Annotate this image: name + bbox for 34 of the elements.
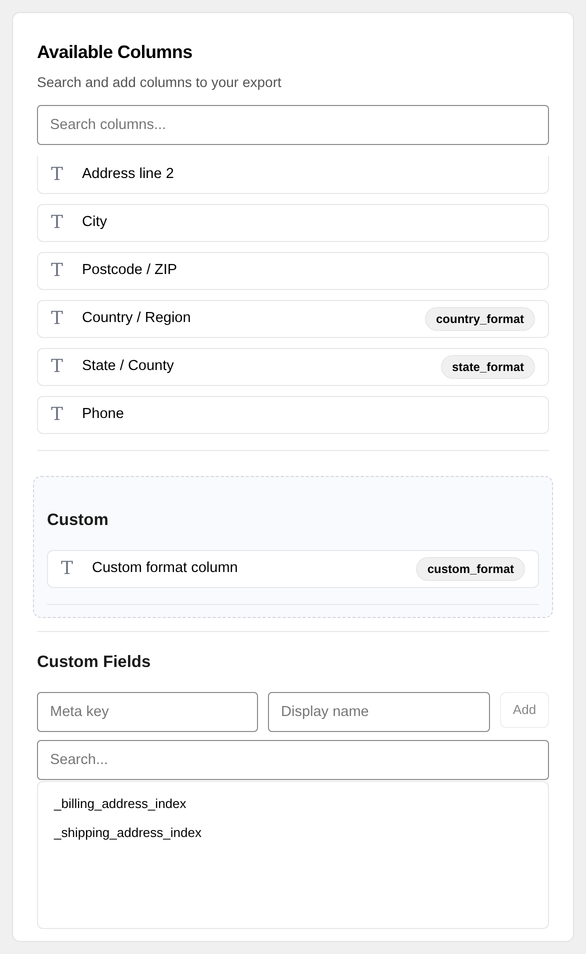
format-tag: custom_format	[416, 556, 525, 581]
text-type-icon: T	[51, 214, 63, 232]
meta-key-field[interactable]: Meta key	[37, 692, 258, 732]
search-field[interactable]: Search...	[37, 740, 549, 780]
section-title: Custom Fields	[37, 652, 152, 673]
text-type-icon: T	[51, 166, 63, 184]
column-label: Custom format column	[92, 558, 238, 578]
column-label: Address line 2	[82, 164, 174, 184]
column-item[interactable]: T Address line 2	[37, 156, 549, 194]
column-item[interactable]: T State / County state_format	[37, 348, 549, 386]
column-label: Phone	[82, 405, 124, 424]
panel-subtitle: Search and add columns to your export	[37, 73, 282, 92]
column-label: State / County	[82, 357, 174, 376]
meta-key-item[interactable]: _billing_address_index	[54, 794, 532, 812]
text-type-icon: T	[51, 262, 63, 280]
column-item[interactable]: T Postcode / ZIP	[37, 252, 549, 290]
meta-key-item[interactable]: _shipping_address_index	[54, 822, 532, 842]
text-type-icon: T	[51, 358, 63, 376]
column-item[interactable]: T Country / Region country_format	[37, 300, 549, 338]
column-item[interactable]: T Custom format column custom_format	[47, 550, 539, 588]
panel-title: Available Columns	[37, 41, 194, 63]
section-title: Custom	[47, 510, 110, 531]
column-label: Country / Region	[82, 309, 191, 328]
column-label: City	[82, 213, 107, 232]
search-field[interactable]: Search columns...	[37, 105, 549, 145]
text-type-icon: T	[61, 560, 73, 578]
text-type-icon: T	[51, 406, 63, 424]
column-item[interactable]: T Phone	[37, 396, 549, 434]
column-label: Postcode / ZIP	[82, 261, 178, 280]
format-tag: country_format	[424, 307, 535, 331]
column-item[interactable]: T City	[37, 204, 549, 242]
text-type-icon: T	[51, 310, 63, 328]
display-name-field[interactable]: Display name	[268, 692, 490, 732]
format-tag: state_format	[440, 355, 535, 379]
